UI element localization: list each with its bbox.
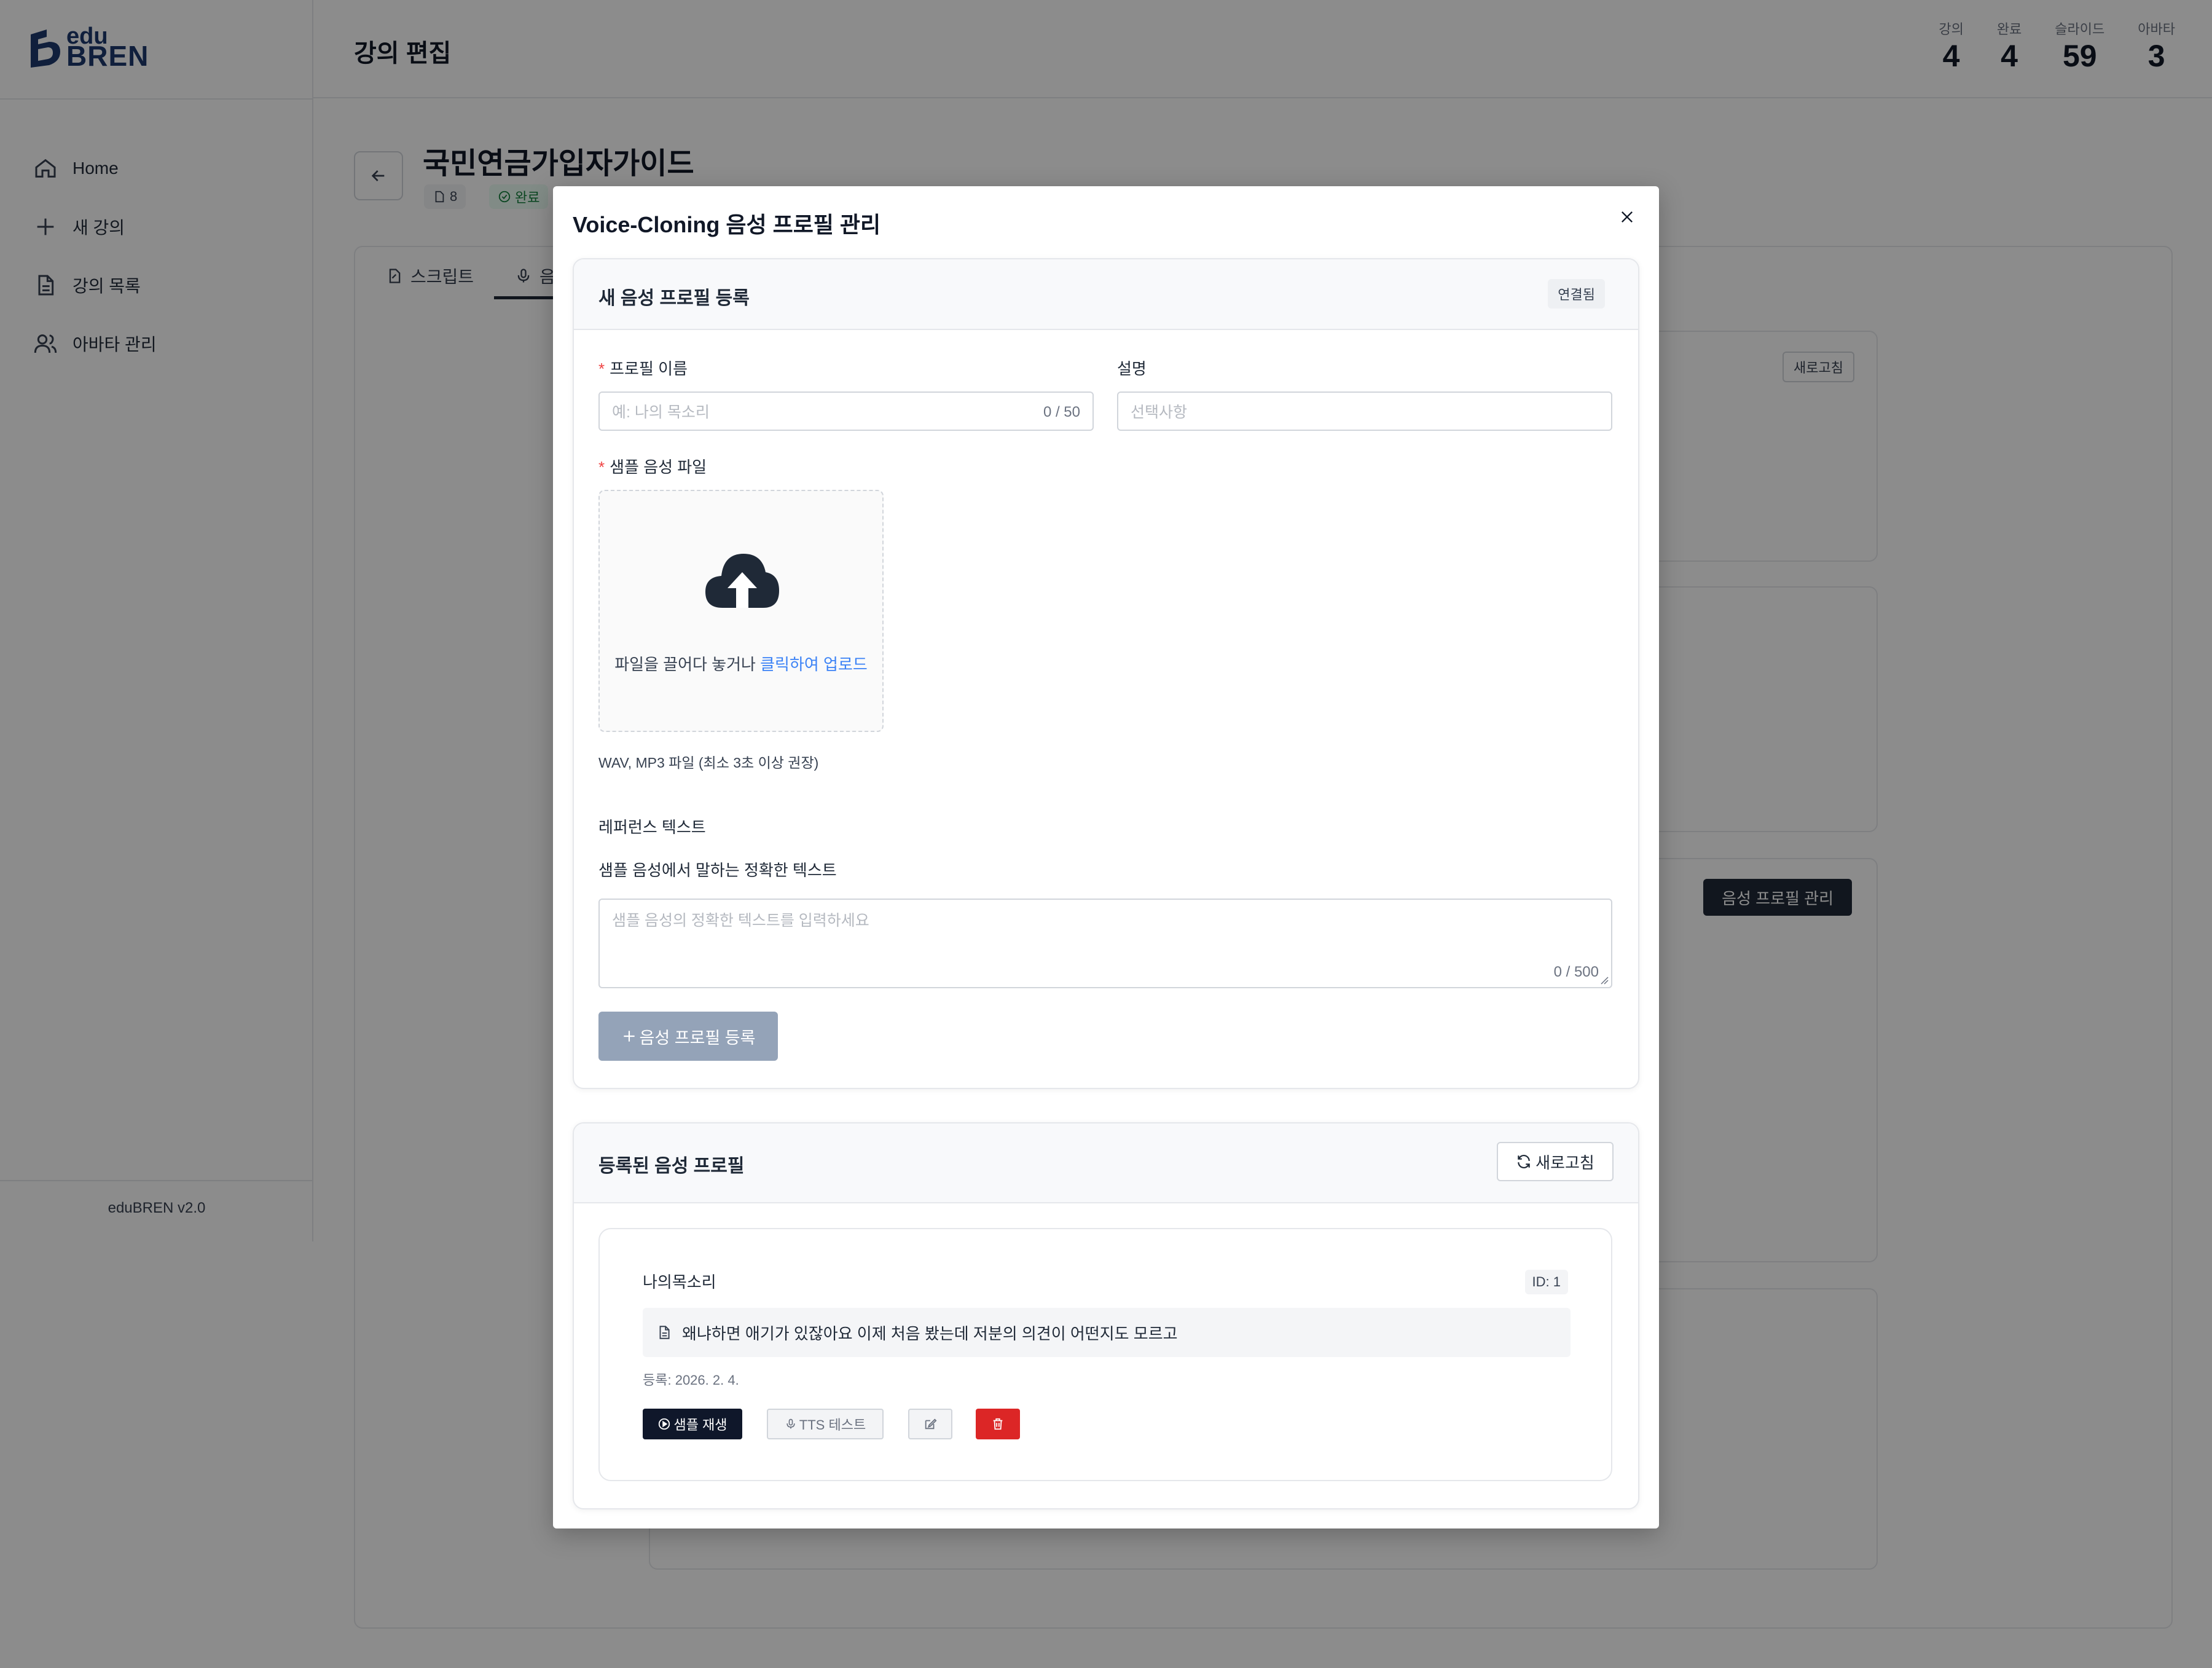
profile-name-placeholder: 예: 나의 목소리 <box>612 404 710 421</box>
reference-text-description: 샘플 음성에서 말하는 정확한 텍스트 <box>598 861 837 879</box>
reference-text-label: 레퍼런스 텍스트 <box>598 818 706 836</box>
profile-name-label: * 프로필 이름 <box>598 356 688 379</box>
description-input[interactable]: 선택사항 <box>1117 391 1612 431</box>
play-sample-button[interactable]: 샘플 재생 <box>643 1409 742 1439</box>
refresh-icon <box>1518 1155 1530 1168</box>
edit-profile-button[interactable] <box>908 1409 952 1439</box>
resize-handle-icon[interactable] <box>1600 976 1609 985</box>
trash-icon <box>993 1418 1003 1430</box>
sample-file-label-text: 샘플 음성 파일 <box>610 458 707 476</box>
reference-text-input[interactable]: 샘플 음성의 정확한 텍스트를 입력하세요 0 / 500 <box>598 899 1612 988</box>
close-icon <box>1622 211 1633 222</box>
voice-profile-item: 나의목소리 ID: 1 왜냐하면 애기가 있잖아요 이제 처음 봤는데 저분의 … <box>598 1228 1612 1481</box>
modal-title: Voice-Cloning 음성 프로필 관리 <box>573 212 881 237</box>
profile-name-label-text: 프로필 이름 <box>610 360 688 378</box>
file-upload-dropzone[interactable]: 파일을 끌어다 놓거나 클릭하여 업로드 <box>598 490 884 732</box>
reference-text-value: 왜냐하면 애기가 있잖아요 이제 처음 봤는데 저분의 의견이 어떤지도 모르고 <box>682 1324 1178 1343</box>
registered-date: 등록: 2026. 2. 4. <box>643 1372 739 1388</box>
dropzone-text: 파일을 끌어다 놓거나 클릭하여 업로드 <box>600 652 882 675</box>
description-label: 설명 <box>1117 360 1147 378</box>
reference-text-placeholder: 샘플 음성의 정확한 텍스트를 입력하세요 <box>612 912 869 929</box>
play-sample-label: 샘플 재생 <box>673 1417 728 1433</box>
register-card-title: 새 음성 프로필 등록 <box>598 288 750 309</box>
file-format-hint: WAV, MP3 파일 (최소 3초 이상 권장) <box>598 755 819 771</box>
tts-test-label: TTS 테스트 <box>799 1417 866 1433</box>
voice-profile-modal: Voice-Cloning 음성 프로필 관리 새 음성 프로필 등록 연결됨 … <box>553 186 1659 1528</box>
cloud-upload-icon <box>705 554 779 608</box>
edit-icon <box>925 1418 937 1430</box>
register-profile-button[interactable]: 음성 프로필 등록 <box>598 1012 778 1061</box>
tts-test-button[interactable]: TTS 테스트 <box>767 1409 884 1439</box>
register-profile-label: 음성 프로필 등록 <box>639 1028 756 1047</box>
reference-text-counter: 0 / 500 <box>1553 964 1599 980</box>
profile-name: 나의목소리 <box>643 1273 716 1291</box>
required-mark: * <box>598 360 605 378</box>
upload-link[interactable]: 클릭하여 업로드 <box>760 655 868 674</box>
delete-profile-button[interactable] <box>976 1409 1020 1439</box>
profile-name-input[interactable]: 예: 나의 목소리 0 / 50 <box>598 391 1094 431</box>
register-profile-card: 새 음성 프로필 등록 연결됨 * 프로필 이름 예: 나의 목소리 0 / 50… <box>573 258 1639 1089</box>
sample-file-label: * 샘플 음성 파일 <box>598 455 707 478</box>
connection-status-badge: 연결됨 <box>1548 279 1605 309</box>
close-button[interactable] <box>1614 203 1641 230</box>
play-circle-icon <box>659 1418 670 1430</box>
refresh-button[interactable]: 새로고침 <box>1497 1142 1614 1181</box>
registered-card-title: 등록된 음성 프로필 <box>598 1156 745 1176</box>
registered-profiles-card: 등록된 음성 프로필 새로고침 나의목소리 ID: 1 왜냐하면 애기가 있잖아… <box>573 1122 1639 1509</box>
microphone-icon <box>786 1418 795 1429</box>
registered-card-header: 등록된 음성 프로필 새로고침 <box>574 1123 1638 1203</box>
refresh-label: 새로고침 <box>1535 1153 1594 1172</box>
profile-name-counter: 0 / 50 <box>1043 404 1080 420</box>
profile-id-badge: ID: 1 <box>1524 1270 1568 1294</box>
plus-icon <box>623 1031 635 1042</box>
description-placeholder: 선택사항 <box>1131 404 1188 421</box>
profile-reference-text: 왜냐하면 애기가 있잖아요 이제 처음 봤는데 저분의 의견이 어떤지도 모르고 <box>643 1308 1571 1357</box>
dropzone-instruction: 파일을 끌어다 놓거나 <box>614 655 761 674</box>
required-mark: * <box>598 458 605 476</box>
register-card-header: 새 음성 프로필 등록 연결됨 <box>574 259 1638 330</box>
document-icon <box>659 1326 670 1339</box>
